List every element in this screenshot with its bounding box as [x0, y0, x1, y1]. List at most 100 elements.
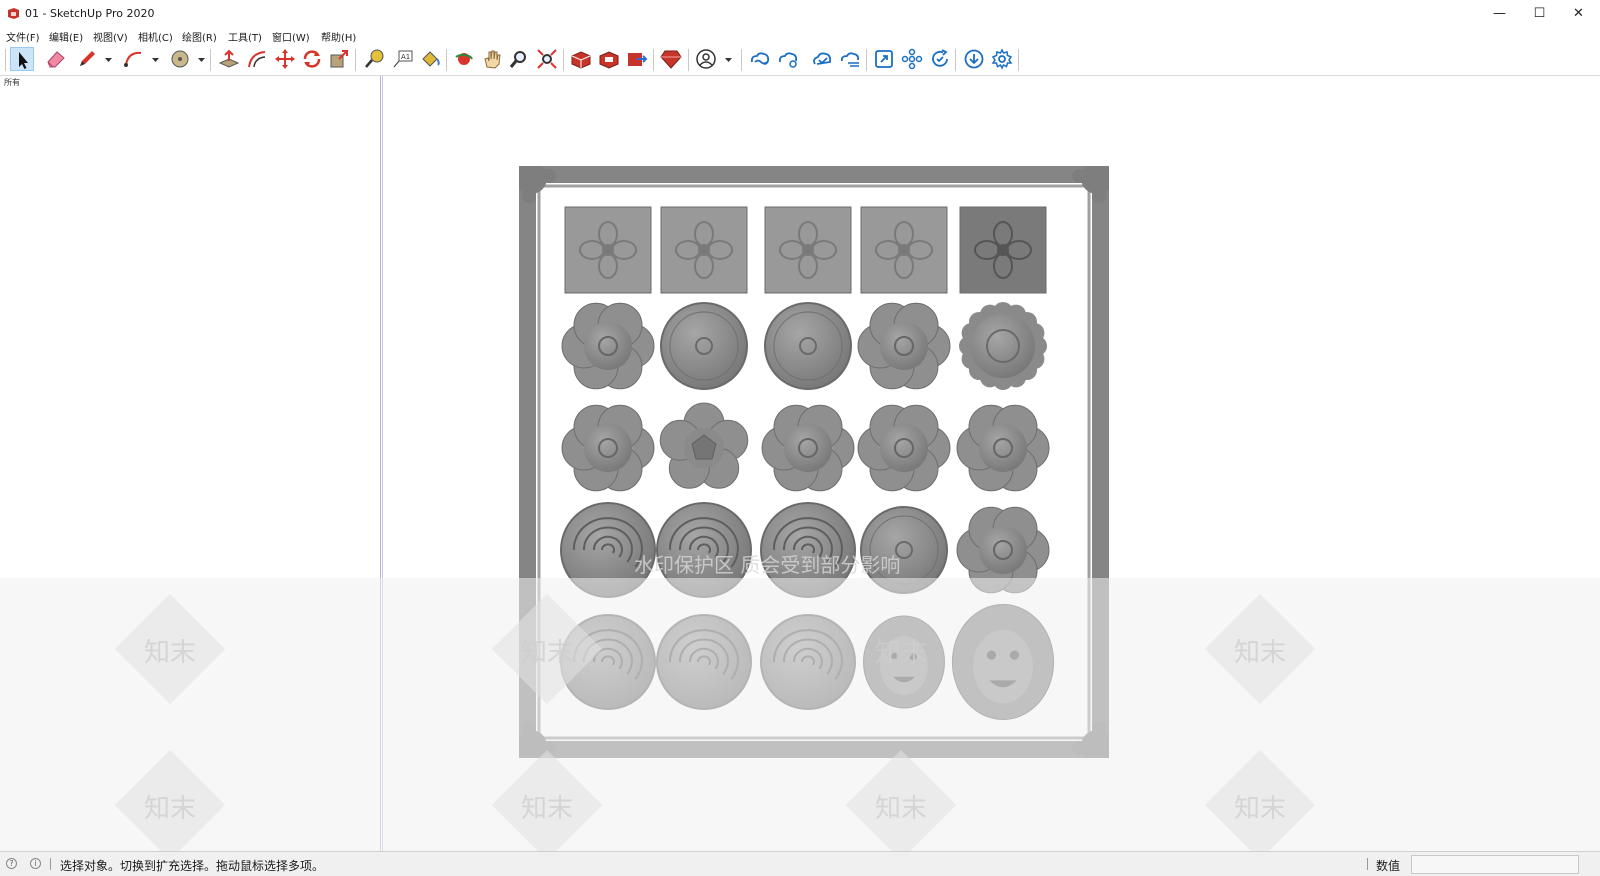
chevron-down-icon[interactable] — [197, 55, 206, 64]
arc-tool-button[interactable] — [122, 47, 146, 71]
gear-icon — [991, 48, 1013, 70]
menu-draw[interactable]: 绘图(R) — [182, 29, 217, 44]
toolbar-separator — [866, 49, 867, 71]
close-button[interactable]: ✕ — [1560, 0, 1597, 28]
title-bar: 01 - SketchUp Pro 2020 — ☐ ✕ — [0, 0, 1600, 28]
measurements-input[interactable] — [1411, 855, 1579, 874]
menu-file[interactable]: 文件(F) — [6, 29, 40, 44]
menu-window[interactable]: 窗口(W) — [272, 29, 310, 44]
menu-camera[interactable]: 相机(C) — [138, 29, 173, 44]
push-pull-icon — [218, 49, 240, 68]
paint-bucket-tool-button[interactable] — [418, 47, 442, 71]
watermark-logo: 知末 — [143, 794, 196, 824]
pan-tool-button[interactable] — [480, 47, 504, 71]
watermark-logo: 知末 — [874, 794, 927, 824]
flower-settings-button[interactable] — [900, 47, 924, 71]
line-tool-button[interactable] — [75, 47, 99, 71]
chevron-down-icon[interactable] — [104, 55, 113, 64]
orbit-tool-button[interactable] — [452, 47, 476, 71]
extension-warehouse-button[interactable] — [597, 47, 621, 71]
geo-location-icon[interactable]: ? — [6, 858, 17, 869]
rotate-icon — [303, 50, 321, 68]
maximize-button[interactable]: ☐ — [1521, 0, 1558, 28]
extension-warehouse-icon — [599, 51, 619, 69]
eraser-tool-button[interactable] — [44, 47, 68, 71]
cloud-link-button[interactable] — [748, 47, 772, 71]
zoom-tool-button[interactable] — [507, 47, 531, 71]
sunflower-ornament — [959, 302, 1047, 390]
arrow-cursor-icon — [19, 52, 28, 69]
cloud-share-button[interactable] — [776, 47, 800, 71]
shapes-tool-button[interactable] — [168, 47, 192, 71]
tape-measure-tool-button[interactable] — [362, 47, 386, 71]
menu-view[interactable]: 视图(V) — [93, 29, 128, 44]
send-to-layout-button[interactable] — [625, 47, 649, 71]
toolbar-separator — [210, 49, 211, 71]
flower-ornament — [956, 404, 1050, 492]
watermark-logo: 知末 — [874, 638, 927, 668]
toolbar-separator — [741, 49, 742, 71]
extension-manager-button[interactable] — [659, 47, 683, 71]
3d-warehouse-button[interactable] — [569, 47, 593, 71]
tape-measure-icon — [365, 49, 384, 68]
chevron-down-icon[interactable] — [151, 55, 160, 64]
settings-button[interactable] — [990, 47, 1014, 71]
chevron-down-icon[interactable] — [724, 55, 733, 64]
minimize-button[interactable]: — — [1481, 0, 1518, 28]
cloud-share-icon — [778, 52, 798, 68]
cloud-check-button[interactable] — [810, 47, 834, 71]
status-bar: ? i 选择对象。切换到扩充选择。拖动鼠标选择多项。 数值 — [0, 851, 1600, 876]
scale-tool-button[interactable] — [327, 47, 351, 71]
toolbar-separator — [563, 49, 564, 71]
toolbar-separator — [1018, 49, 1019, 71]
flower-icon — [901, 48, 923, 70]
sketchup-logo-icon — [8, 8, 19, 19]
download-button[interactable] — [962, 47, 986, 71]
cloud-lines-button[interactable] — [838, 47, 862, 71]
menu-help[interactable]: 帮助(H) — [321, 29, 356, 44]
cloud-lines-icon — [840, 52, 860, 67]
refresh-check-icon — [932, 49, 948, 67]
flower-ornament — [561, 302, 655, 390]
offset-icon — [248, 51, 266, 68]
menu-tools[interactable]: 工具(T) — [228, 29, 262, 44]
round-medallion-ornament — [660, 302, 748, 390]
zoom-extents-icon — [537, 49, 557, 69]
menu-edit[interactable]: 编辑(E) — [49, 29, 83, 44]
text-icon: A1 — [393, 50, 413, 68]
watermark-band — [0, 578, 1600, 851]
select-tool-button[interactable] — [10, 47, 34, 71]
status-message: 选择对象。切换到扩充选择。拖动鼠标选择多项。 — [60, 859, 325, 873]
rotate-tool-button[interactable] — [300, 47, 324, 71]
offset-tool-button[interactable] — [245, 47, 269, 71]
main-toolbar: A1 — [0, 45, 1600, 76]
pencil-icon — [80, 51, 95, 66]
ruby-icon — [660, 50, 682, 69]
zoom-icon — [509, 51, 526, 68]
toolbar-separator — [5, 49, 6, 71]
watermark-logo: 知末 — [520, 638, 573, 668]
paint-bucket-icon — [422, 51, 440, 67]
watermark-notice: 水印保护区 质会受到部分影响 — [634, 553, 901, 577]
status-separator — [50, 858, 51, 870]
zoom-extents-tool-button[interactable] — [535, 47, 559, 71]
resize-icon — [875, 50, 893, 68]
toolbar-separator — [446, 49, 447, 71]
move-tool-button[interactable] — [273, 47, 297, 71]
cloud-link-icon — [750, 52, 770, 65]
watermark-logo: 知末 — [1233, 638, 1286, 668]
refresh-check-button[interactable] — [928, 47, 952, 71]
info-icon[interactable]: i — [30, 858, 41, 869]
cloud-check-icon — [813, 52, 832, 65]
account-button[interactable] — [694, 47, 718, 71]
toolbar-separator — [955, 49, 956, 71]
toolbar-separator — [688, 49, 689, 71]
push-pull-tool-button[interactable] — [217, 47, 241, 71]
resize-button[interactable] — [872, 47, 896, 71]
menu-bar: 文件(F) 编辑(E) 视图(V) 相机(C) 绘图(R) 工具(T) 窗口(W… — [0, 28, 1600, 45]
watermark-logo: 知末 — [1233, 794, 1286, 824]
text-tool-button[interactable]: A1 — [391, 47, 415, 71]
watermark-logo: 知末 — [143, 638, 196, 668]
svg-text:A1: A1 — [401, 53, 410, 61]
square-tile-ornament — [564, 206, 652, 294]
